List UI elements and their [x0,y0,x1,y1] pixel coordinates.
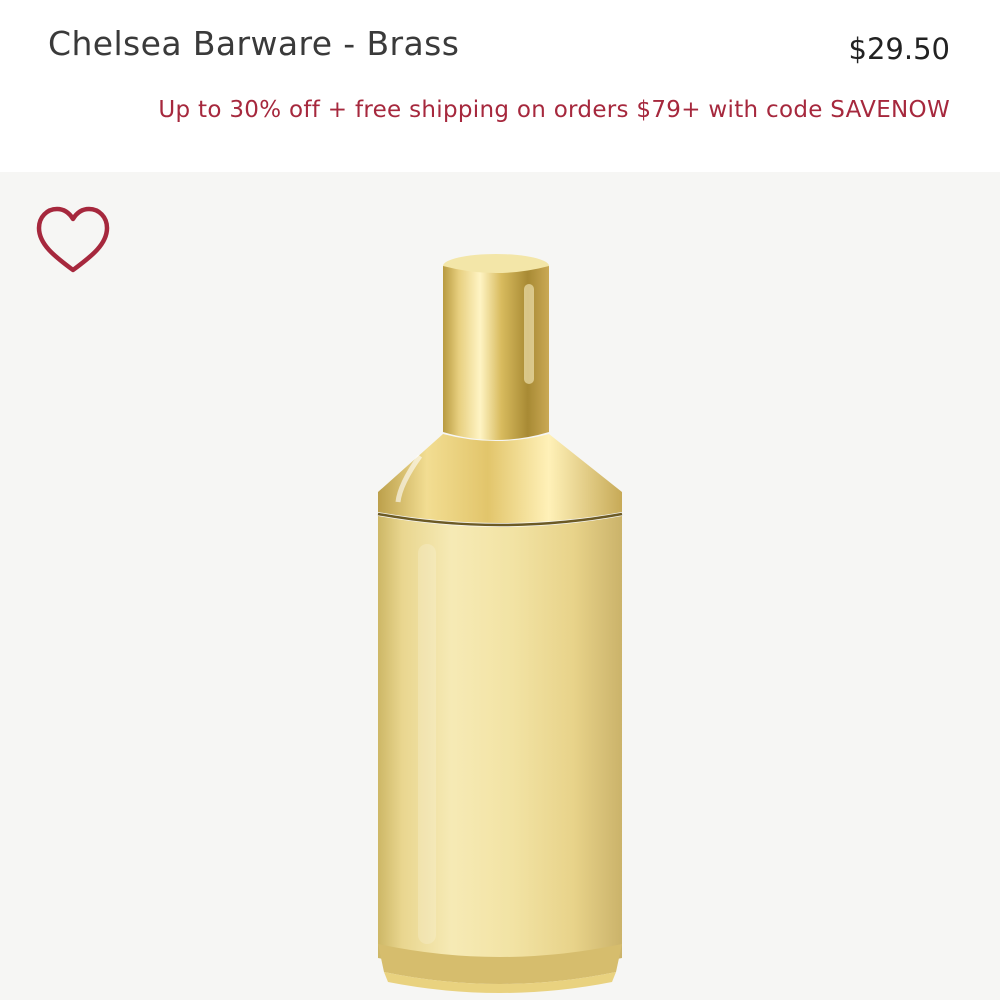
heart-outline-icon [36,206,110,273]
product-price: $29.50 [848,32,950,66]
product-image-shaker [360,244,640,1000]
product-header: Chelsea Barware - Brass $29.50 Up to 30%… [0,0,1000,172]
promo-banner[interactable]: Up to 30% off + free shipping on orders … [158,97,950,123]
product-title: Chelsea Barware - Brass [48,24,460,63]
favorite-button[interactable] [34,204,112,276]
product-page: Chelsea Barware - Brass $29.50 Up to 30%… [0,0,1000,1000]
